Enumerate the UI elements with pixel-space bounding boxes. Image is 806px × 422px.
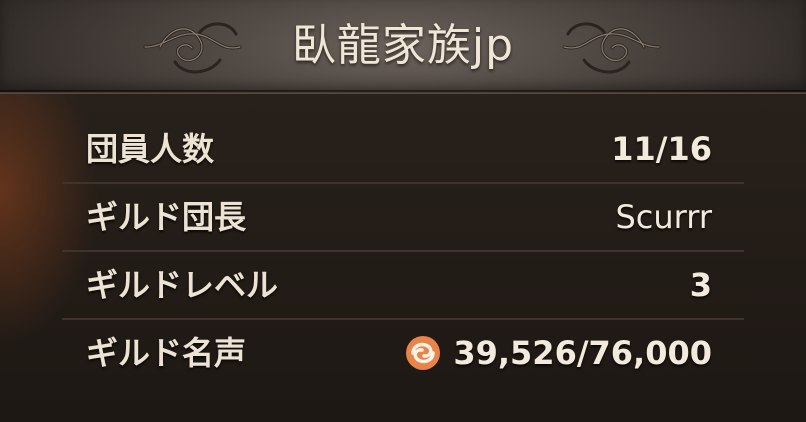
guild-info-panel: 臥龍家族jp 団員人数 11/16 ギルド団長 Scurrr ギルドレベル 3 … — [0, 0, 806, 422]
guild-name-header: 臥龍家族jp — [0, 0, 806, 94]
fame-value: 39,526/76,000 — [453, 334, 712, 372]
guild-name-title: 臥龍家族jp — [291, 20, 515, 71]
level-value: 3 — [689, 266, 712, 304]
filigree-ornament-icon — [562, 22, 661, 74]
fame-swirl-icon — [406, 336, 441, 370]
fame-row: ギルド名声 39,526/76,000 — [62, 320, 744, 386]
members-row: 団員人数 11/16 — [62, 116, 744, 184]
members-value: 11/16 — [611, 130, 712, 168]
level-row: ギルドレベル 3 — [62, 252, 744, 320]
fame-label: ギルド名声 — [86, 334, 247, 372]
members-label: 団員人数 — [86, 130, 215, 168]
level-label: ギルドレベル — [86, 266, 279, 304]
leader-row: ギルド団長 Scurrr — [62, 184, 744, 252]
fame-value-group: 39,526/76,000 — [403, 320, 712, 386]
leader-label: ギルド団長 — [86, 198, 247, 236]
leader-value: Scurrr — [615, 198, 712, 236]
